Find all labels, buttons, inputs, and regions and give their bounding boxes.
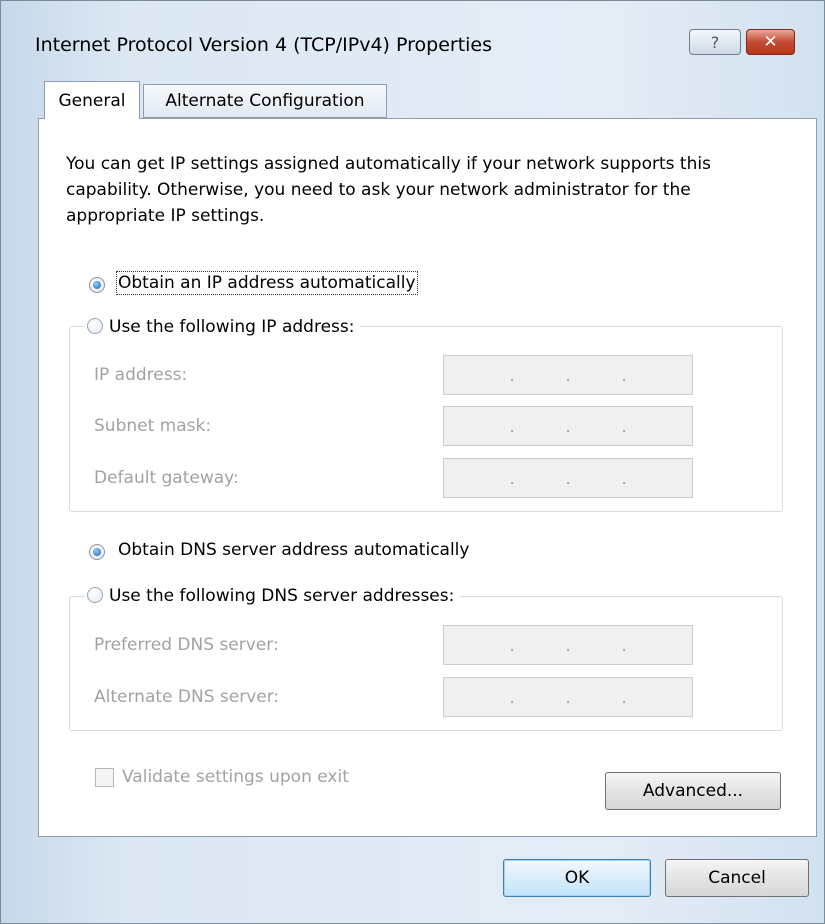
obtain-dns-auto-radio[interactable] xyxy=(89,544,105,560)
obtain-ip-auto-label[interactable]: Obtain an IP address automatically xyxy=(116,271,418,295)
use-following-dns-label[interactable]: Use the following DNS server addresses: xyxy=(109,586,454,606)
default-gateway-label: Default gateway: xyxy=(94,468,239,488)
tab-alternate-configuration[interactable]: Alternate Configuration xyxy=(143,84,387,118)
validate-settings-checkbox[interactable] xyxy=(95,768,114,787)
validate-settings-label[interactable]: Validate settings upon exit xyxy=(122,767,349,787)
use-following-dns-option: Use the following DNS server addresses: xyxy=(85,586,461,606)
subnet-mask-input[interactable]: ... xyxy=(443,406,693,446)
advanced-button[interactable]: Advanced... xyxy=(605,772,781,810)
dialog-title: Internet Protocol Version 4 (TCP/IPv4) P… xyxy=(35,34,493,56)
obtain-dns-auto-label[interactable]: Obtain DNS server address automatically xyxy=(118,540,469,560)
alternate-dns-input[interactable]: ... xyxy=(443,677,693,717)
subnet-mask-label: Subnet mask: xyxy=(94,416,212,436)
alternate-dns-label: Alternate DNS server: xyxy=(94,687,280,707)
help-button[interactable]: ? xyxy=(689,29,741,55)
intro-text: You can get IP settings assigned automat… xyxy=(66,154,711,226)
ip-address-input[interactable]: ... xyxy=(443,355,693,395)
close-icon: ✕ xyxy=(763,32,778,52)
preferred-dns-input[interactable]: ... xyxy=(443,625,693,665)
ip-address-label: IP address: xyxy=(94,365,188,385)
close-button[interactable]: ✕ xyxy=(746,29,795,55)
question-icon: ? xyxy=(710,32,720,52)
ok-button[interactable]: OK xyxy=(503,859,651,897)
tab-general[interactable]: General xyxy=(44,81,140,119)
cancel-button[interactable]: Cancel xyxy=(665,859,809,897)
use-following-ip-label[interactable]: Use the following IP address: xyxy=(109,317,354,337)
use-following-ip-option: Use the following IP address: xyxy=(85,317,361,337)
use-following-ip-radio[interactable] xyxy=(87,318,103,334)
obtain-ip-auto-radio[interactable] xyxy=(89,277,105,293)
use-following-dns-radio[interactable] xyxy=(87,587,103,603)
preferred-dns-label: Preferred DNS server: xyxy=(94,635,279,655)
dialog-window: Internet Protocol Version 4 (TCP/IPv4) P… xyxy=(0,0,825,924)
title-bar[interactable]: Internet Protocol Version 4 (TCP/IPv4) P… xyxy=(1,1,824,57)
default-gateway-input[interactable]: ... xyxy=(443,458,693,498)
